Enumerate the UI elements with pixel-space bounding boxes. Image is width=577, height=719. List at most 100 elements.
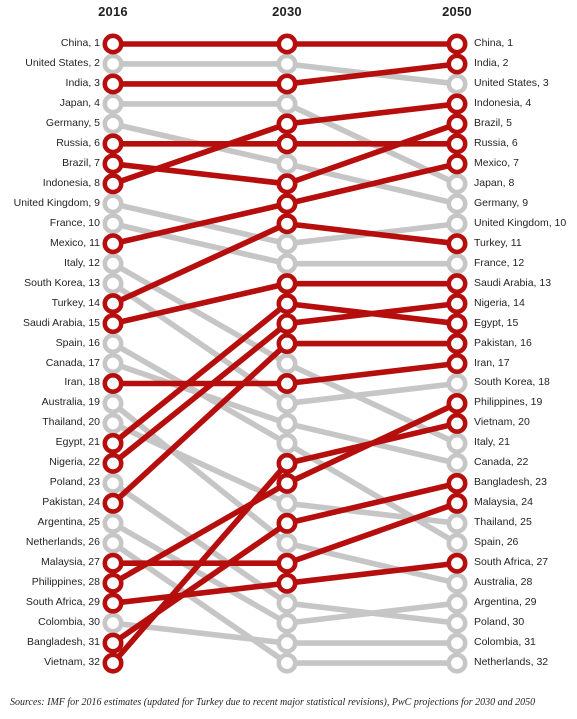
rank-node[interactable]: [102, 392, 124, 414]
rank-node[interactable]: [102, 93, 124, 115]
rank-node[interactable]: [446, 253, 468, 275]
rank-node[interactable]: [446, 353, 468, 375]
rank-node[interactable]: [446, 213, 468, 235]
rank-node[interactable]: [446, 133, 468, 155]
rank-node[interactable]: [276, 552, 298, 574]
rank-node[interactable]: [102, 432, 124, 454]
rank-node[interactable]: [276, 313, 298, 335]
rank-node[interactable]: [446, 93, 468, 115]
rank-node[interactable]: [446, 632, 468, 654]
rank-node[interactable]: [102, 452, 124, 474]
rank-node[interactable]: [276, 412, 298, 434]
rank-node[interactable]: [446, 233, 468, 255]
rank-node[interactable]: [102, 173, 124, 195]
rank-node[interactable]: [276, 492, 298, 514]
rank-node[interactable]: [276, 652, 298, 674]
rank-node[interactable]: [446, 372, 468, 394]
rank-node[interactable]: [446, 153, 468, 175]
rank-node[interactable]: [276, 273, 298, 295]
rank-node[interactable]: [102, 652, 124, 674]
rank-node[interactable]: [276, 612, 298, 634]
rank-node[interactable]: [446, 412, 468, 434]
rank-node[interactable]: [276, 432, 298, 454]
rank-node[interactable]: [276, 392, 298, 414]
rank-node[interactable]: [276, 233, 298, 255]
rank-node[interactable]: [276, 353, 298, 375]
rank-node[interactable]: [276, 193, 298, 215]
rank-node[interactable]: [102, 273, 124, 295]
rank-node[interactable]: [276, 512, 298, 534]
rank-node[interactable]: [102, 53, 124, 75]
rank-node[interactable]: [276, 632, 298, 654]
rank-node[interactable]: [276, 93, 298, 115]
rank-node[interactable]: [102, 313, 124, 335]
rank-node[interactable]: [102, 512, 124, 534]
rank-node[interactable]: [102, 372, 124, 394]
rank-node[interactable]: [446, 333, 468, 355]
label-2016-rank-9: United Kingdom, 9: [13, 196, 100, 209]
rank-node[interactable]: [102, 552, 124, 574]
rank-node[interactable]: [446, 552, 468, 574]
rank-node[interactable]: [102, 592, 124, 614]
rank-node[interactable]: [446, 193, 468, 215]
rank-node[interactable]: [276, 173, 298, 195]
rank-node[interactable]: [446, 492, 468, 514]
rank-node[interactable]: [102, 193, 124, 215]
rank-node[interactable]: [102, 532, 124, 554]
rank-node[interactable]: [102, 253, 124, 275]
rank-node[interactable]: [446, 173, 468, 195]
rank-node[interactable]: [276, 53, 298, 75]
rank-node[interactable]: [276, 472, 298, 494]
rank-node[interactable]: [102, 293, 124, 315]
rank-node[interactable]: [446, 293, 468, 315]
rank-node[interactable]: [102, 572, 124, 594]
rank-node[interactable]: [446, 452, 468, 474]
rank-node[interactable]: [446, 432, 468, 454]
rank-node[interactable]: [446, 113, 468, 135]
rank-node[interactable]: [276, 532, 298, 554]
rank-node[interactable]: [276, 73, 298, 95]
rank-node[interactable]: [446, 392, 468, 414]
rank-node[interactable]: [446, 532, 468, 554]
rank-node[interactable]: [102, 233, 124, 255]
rank-node[interactable]: [276, 213, 298, 235]
rank-node[interactable]: [446, 273, 468, 295]
rank-node[interactable]: [446, 33, 468, 55]
rank-node[interactable]: [446, 512, 468, 534]
rank-node[interactable]: [446, 73, 468, 95]
rank-node[interactable]: [102, 612, 124, 634]
rank-node[interactable]: [102, 73, 124, 95]
rank-node[interactable]: [102, 472, 124, 494]
rank-node[interactable]: [446, 612, 468, 634]
rank-node[interactable]: [446, 592, 468, 614]
rank-node[interactable]: [276, 333, 298, 355]
rank-node[interactable]: [276, 33, 298, 55]
rank-node[interactable]: [102, 353, 124, 375]
rank-node[interactable]: [446, 313, 468, 335]
rank-node[interactable]: [102, 33, 124, 55]
rank-node[interactable]: [276, 293, 298, 315]
rank-node[interactable]: [102, 133, 124, 155]
rank-node[interactable]: [102, 153, 124, 175]
rank-node[interactable]: [276, 153, 298, 175]
rank-node[interactable]: [102, 333, 124, 355]
rank-node[interactable]: [276, 133, 298, 155]
rank-node[interactable]: [446, 53, 468, 75]
rank-node[interactable]: [446, 572, 468, 594]
rank-node[interactable]: [102, 632, 124, 654]
rank-node[interactable]: [276, 372, 298, 394]
rank-node[interactable]: [276, 253, 298, 275]
rank-node[interactable]: [276, 113, 298, 135]
rank-node[interactable]: [102, 492, 124, 514]
rank-node[interactable]: [276, 572, 298, 594]
rank-node[interactable]: [446, 472, 468, 494]
rank-node[interactable]: [276, 592, 298, 614]
label-2016-rank-2: United States, 2: [25, 56, 100, 69]
label-2050-rank-21: Italy, 21: [474, 436, 510, 449]
rank-node[interactable]: [102, 213, 124, 235]
rank-node[interactable]: [446, 652, 468, 674]
rank-node[interactable]: [102, 412, 124, 434]
rank-node[interactable]: [102, 113, 124, 135]
rank-node[interactable]: [276, 452, 298, 474]
label-2050-rank-5: Brazil, 5: [474, 116, 512, 129]
